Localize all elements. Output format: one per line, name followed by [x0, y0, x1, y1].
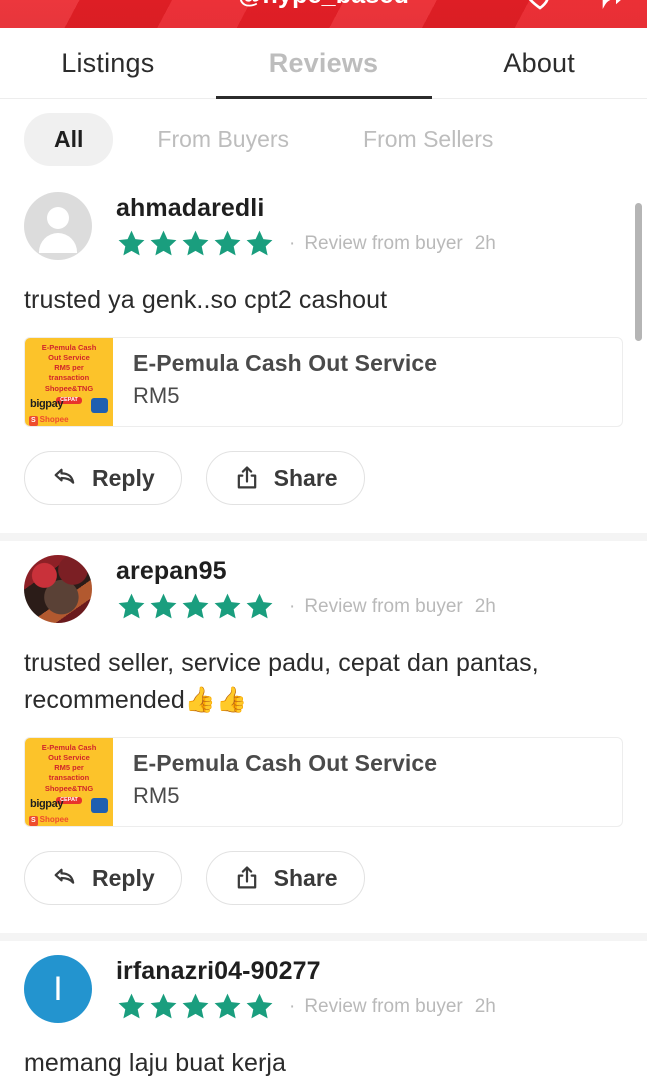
share-button[interactable]: Share	[205, 451, 365, 505]
product-price: RM5	[133, 383, 180, 408]
section-divider	[0, 533, 647, 541]
star-icon	[214, 593, 241, 619]
review-time: 2h	[474, 995, 496, 1017]
star-rating	[116, 991, 275, 1022]
tab-about[interactable]: About	[431, 28, 647, 99]
avatar-initial: I	[53, 969, 63, 1008]
review-list: ahmadaredli · Review from buyer 2h trust…	[0, 178, 647, 1080]
review-text: memang laju buat kerja	[24, 1049, 287, 1077]
star-icon	[246, 230, 273, 256]
reply-button[interactable]: Reply	[24, 451, 182, 505]
reply-arrow-icon	[54, 468, 75, 484]
product-thumbnail: E-Pemula Cash Out Service RM5 per transa…	[25, 338, 113, 426]
review-time: 2h	[474, 595, 496, 617]
filter-chip-from-sellers[interactable]: From Sellers	[337, 113, 519, 166]
tab-reviews[interactable]: Reviews	[216, 28, 432, 99]
review-username[interactable]: irfanazri04-90277	[116, 957, 623, 986]
product-card[interactable]: E-Pemula Cash Out Service RM5 per transa…	[24, 337, 623, 427]
vertical-scrollbar[interactable]	[635, 203, 642, 341]
review-item: arepan95 · Review from buyer 2h trusted …	[0, 541, 647, 933]
reply-button[interactable]: Reply	[24, 851, 182, 905]
tng-logo-icon	[91, 398, 108, 413]
review-header: arepan95 · Review from buyer 2h	[24, 541, 623, 623]
shopee-logo: S Shopee	[29, 815, 69, 826]
review-filter-bar: All From Buyers From Sellers	[0, 100, 647, 178]
tng-logo-icon	[91, 798, 108, 813]
share-upload-icon	[237, 466, 256, 489]
tab-listings[interactable]: Listings	[0, 28, 216, 99]
review-source: · Review from buyer 2h	[289, 232, 496, 254]
review-source: · Review from buyer 2h	[289, 995, 496, 1017]
star-rating	[116, 591, 275, 622]
review-username[interactable]: arepan95	[116, 557, 623, 586]
bigpay-logo: bigpay	[30, 398, 64, 411]
share-icon[interactable]	[599, 0, 633, 12]
avatar[interactable]: I	[24, 955, 92, 1023]
cover-action-icons	[523, 0, 633, 12]
review-item: ahmadaredli · Review from buyer 2h trust…	[0, 178, 647, 533]
review-username[interactable]: ahmadaredli	[116, 194, 623, 223]
review-text: trusted ya genk..so cpt2 cashout	[24, 286, 388, 314]
reviews-screen: @hype_based Listings Reviews About All F…	[0, 0, 647, 1080]
share-upload-icon	[237, 866, 256, 889]
section-divider	[0, 933, 647, 941]
shopee-logo: S Shopee	[29, 415, 69, 426]
review-text: trusted seller, service padu, cepat dan …	[24, 649, 539, 714]
star-icon	[118, 993, 145, 1019]
star-icon	[150, 230, 177, 256]
star-icon	[246, 993, 273, 1019]
filter-chip-all[interactable]: All	[24, 112, 114, 166]
product-title: E-Pemula Cash Out Service	[133, 350, 438, 376]
star-icon	[118, 230, 145, 256]
review-header: I irfanazri04-90277 · Review from buyer …	[24, 941, 623, 1023]
review-time: 2h	[474, 232, 496, 254]
star-icon	[214, 230, 241, 256]
product-card[interactable]: E-Pemula Cash Out Service RM5 per transa…	[24, 737, 623, 827]
reply-arrow-icon	[54, 868, 75, 884]
star-icon	[214, 993, 241, 1019]
star-icon	[150, 593, 177, 619]
person-icon	[47, 207, 69, 229]
star-icon	[246, 593, 273, 619]
star-icon	[182, 593, 209, 619]
product-price: RM5	[133, 783, 180, 808]
star-icon	[182, 993, 209, 1019]
share-button[interactable]: Share	[205, 851, 365, 905]
star-rating	[116, 228, 275, 259]
review-item: I irfanazri04-90277 · Review from buyer …	[0, 941, 647, 1080]
review-actions: Reply Share	[24, 451, 623, 533]
product-title: E-Pemula Cash Out Service	[133, 750, 438, 776]
heart-icon[interactable]	[523, 0, 557, 12]
avatar[interactable]	[24, 192, 92, 260]
product-thumbnail: E-Pemula Cash Out Service RM5 per transa…	[25, 738, 113, 826]
star-icon	[150, 993, 177, 1019]
review-header: ahmadaredli · Review from buyer 2h	[24, 178, 623, 260]
review-actions: Reply Share	[24, 851, 623, 933]
star-icon	[182, 230, 209, 256]
bigpay-logo: bigpay	[30, 798, 64, 811]
avatar[interactable]	[24, 555, 92, 623]
profile-cover-banner: @hype_based	[0, 0, 647, 28]
filter-chip-from-buyers[interactable]: From Buyers	[131, 113, 315, 166]
star-icon	[118, 593, 145, 619]
review-source: · Review from buyer 2h	[289, 595, 496, 617]
profile-tabs: Listings Reviews About	[0, 28, 647, 99]
